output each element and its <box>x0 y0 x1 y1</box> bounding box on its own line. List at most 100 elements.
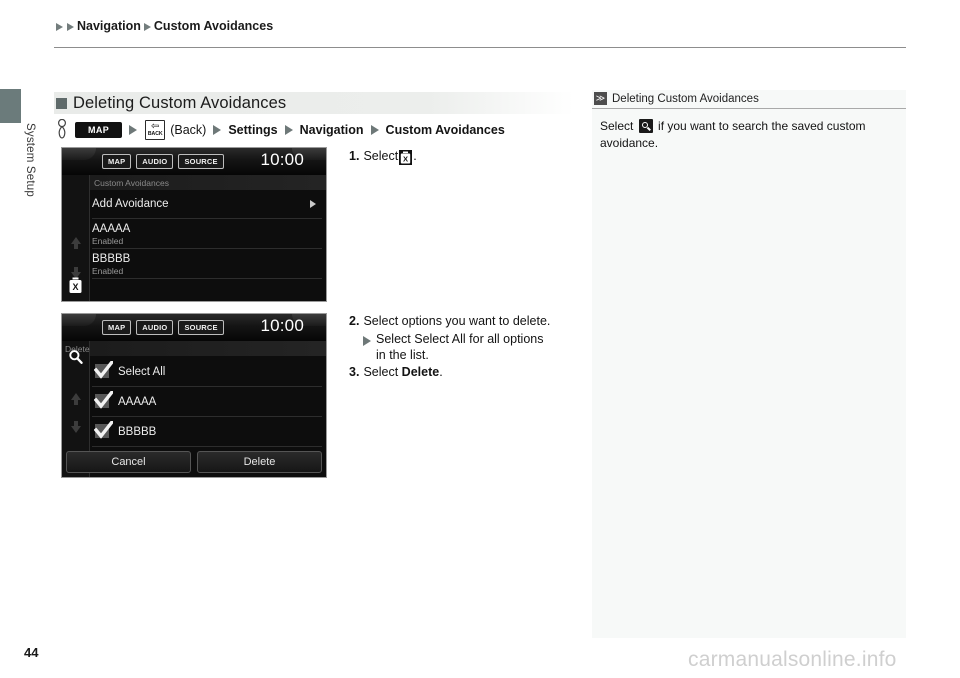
chevron-right-icon <box>143 22 151 31</box>
scroll-down-icon[interactable] <box>71 426 81 433</box>
info-panel-title: Deleting Custom Avoidances <box>612 92 759 105</box>
search-icon[interactable] <box>68 349 84 365</box>
page-number: 44 <box>24 645 39 660</box>
breadcrumb: Navigation Custom Avoidances <box>54 19 274 33</box>
info-panel-body: Select if you want to search the saved c… <box>592 109 906 152</box>
magnifier-handle <box>646 126 651 131</box>
manual-page: System Setup Navigation Custom Avoidance… <box>0 0 960 678</box>
trash-delete-icon: X <box>399 150 413 165</box>
substep-continuation: in the list. <box>376 348 429 362</box>
list-item[interactable]: AAAAA Enabled <box>92 219 322 249</box>
chevron-right-icon <box>284 125 293 135</box>
step-3-pre: Select <box>363 364 399 379</box>
hw-button-audio[interactable]: AUDIO <box>136 320 174 335</box>
list-item-label: BBBBB <box>118 426 157 438</box>
list-item[interactable]: BBBBB Enabled <box>92 249 322 279</box>
hw-button-map[interactable]: MAP <box>102 154 132 169</box>
double-chevron-icon: ≫ <box>594 92 607 105</box>
substep-bold: Select All <box>414 331 466 346</box>
action-button-row: Cancel Delete <box>66 451 322 473</box>
step-2-substep: Select Select All for all options <box>363 331 550 348</box>
list-item-label: Add Avoidance <box>92 198 169 210</box>
header-divider <box>54 47 906 48</box>
list-item-status: Enabled <box>92 266 124 276</box>
screen-title: Custom Avoidances <box>94 178 169 188</box>
scroll-up-stem <box>74 244 78 249</box>
nav-screen-body: Delete Select All AAAAA BBBBB Cancel Del… <box>62 341 326 477</box>
step-number: 1. <box>349 149 360 163</box>
list-item-label: AAAAA <box>92 223 131 235</box>
page-title: Deleting Custom Avoidances <box>73 93 287 112</box>
cancel-button[interactable]: Cancel <box>66 451 191 473</box>
list-item[interactable]: Select All <box>92 357 322 387</box>
chevron-right-icon <box>370 125 379 135</box>
chevron-right-icon <box>213 125 222 135</box>
svg-text:X: X <box>403 155 408 164</box>
watermark: carmanualsonline.info <box>688 648 897 671</box>
checkbox-checked-icon[interactable] <box>94 361 113 380</box>
scroll-up-icon[interactable] <box>71 393 81 400</box>
hw-button-map[interactable]: MAP <box>102 320 132 335</box>
nav-status-bar: MAP AUDIO SOURCE 10:00 <box>62 314 326 341</box>
list-item[interactable]: AAAAA <box>92 387 322 417</box>
step-text: Select <box>363 149 399 163</box>
breadcrumb-level2[interactable]: Custom Avoidances <box>153 19 274 33</box>
bar-corner-left <box>62 314 96 326</box>
step-3-post: . <box>439 364 443 379</box>
substep-pre: Select <box>376 331 411 346</box>
hw-button-source[interactable]: SOURCE <box>178 154 224 169</box>
path-item-custom-avoidances[interactable]: Custom Avoidances <box>386 123 505 137</box>
step-3-bold: Delete <box>401 364 440 379</box>
list-item-label: AAAAA <box>118 396 157 408</box>
hw-button-audio[interactable]: AUDIO <box>136 154 174 169</box>
info-panel-header: ≫ Deleting Custom Avoidances <box>592 90 906 109</box>
scroll-up-stem <box>74 400 78 405</box>
substep-post: for all options <box>469 331 544 346</box>
step-list-1: 1. Select X . <box>349 148 417 166</box>
search-icon <box>638 119 653 133</box>
back-arrow-icon: ⇦ <box>151 121 160 132</box>
chevron-right-icon <box>56 22 63 31</box>
step-1: 1. Select X . <box>349 148 417 165</box>
info-body-pre: Select <box>600 119 634 133</box>
screenshot-delete-selection: MAP AUDIO SOURCE 10:00 Delete Select All… <box>61 313 327 478</box>
step-list-2: 2. Select options you want to delete. Se… <box>349 313 550 381</box>
step-2: 2. Select options you want to delete. <box>349 313 550 330</box>
step-text: Select options you want to delete. <box>363 314 551 328</box>
section-heading: Deleting Custom Avoidances <box>54 92 574 114</box>
clock-display: 10:00 <box>260 150 304 169</box>
trash-delete-icon[interactable]: X <box>68 277 83 294</box>
list-item-label: Select All <box>118 366 166 378</box>
checkbox-checked-icon[interactable] <box>94 391 113 410</box>
hw-button-source[interactable]: SOURCE <box>178 320 224 335</box>
checkbox-checked-icon[interactable] <box>94 421 113 440</box>
breadcrumb-level1[interactable]: Navigation <box>76 19 142 33</box>
list-item[interactable]: Add Avoidance <box>92 193 322 219</box>
scroll-up-icon[interactable] <box>71 237 81 244</box>
scroll-down-stem <box>74 267 78 272</box>
sidebar-section-label: System Setup <box>24 123 36 197</box>
clock-display: 10:00 <box>260 316 304 335</box>
list-item[interactable]: BBBBB <box>92 417 322 447</box>
chevron-right-icon <box>67 22 74 31</box>
back-button-label: BACK <box>147 131 163 137</box>
scroll-down-stem <box>74 421 78 426</box>
step-3: 3. Select Delete . <box>349 364 550 381</box>
step-period: . <box>413 149 417 163</box>
hand-pointer-icon <box>58 119 66 139</box>
screen-title-bar <box>90 341 326 356</box>
back-hardware-button[interactable]: ⇦ BACK <box>145 120 166 140</box>
path-item-settings[interactable]: Settings <box>228 123 277 137</box>
nav-status-bar: MAP AUDIO SOURCE 10:00 <box>62 148 326 175</box>
chevron-right-icon <box>310 200 316 208</box>
path-item-navigation[interactable]: Navigation <box>300 123 364 137</box>
step-number: 2. <box>349 314 360 328</box>
delete-button[interactable]: Delete <box>197 451 322 473</box>
chevron-right-icon <box>363 335 371 346</box>
nav-screen-body: Custom Avoidances X Add Avoidance AAAAA … <box>62 175 326 301</box>
section-bullet-icon <box>56 97 67 109</box>
chevron-right-icon <box>129 125 138 135</box>
list-item-label: BBBBB <box>92 253 131 265</box>
map-hardware-button[interactable]: MAP <box>75 122 123 138</box>
bar-corner-left <box>62 148 96 160</box>
